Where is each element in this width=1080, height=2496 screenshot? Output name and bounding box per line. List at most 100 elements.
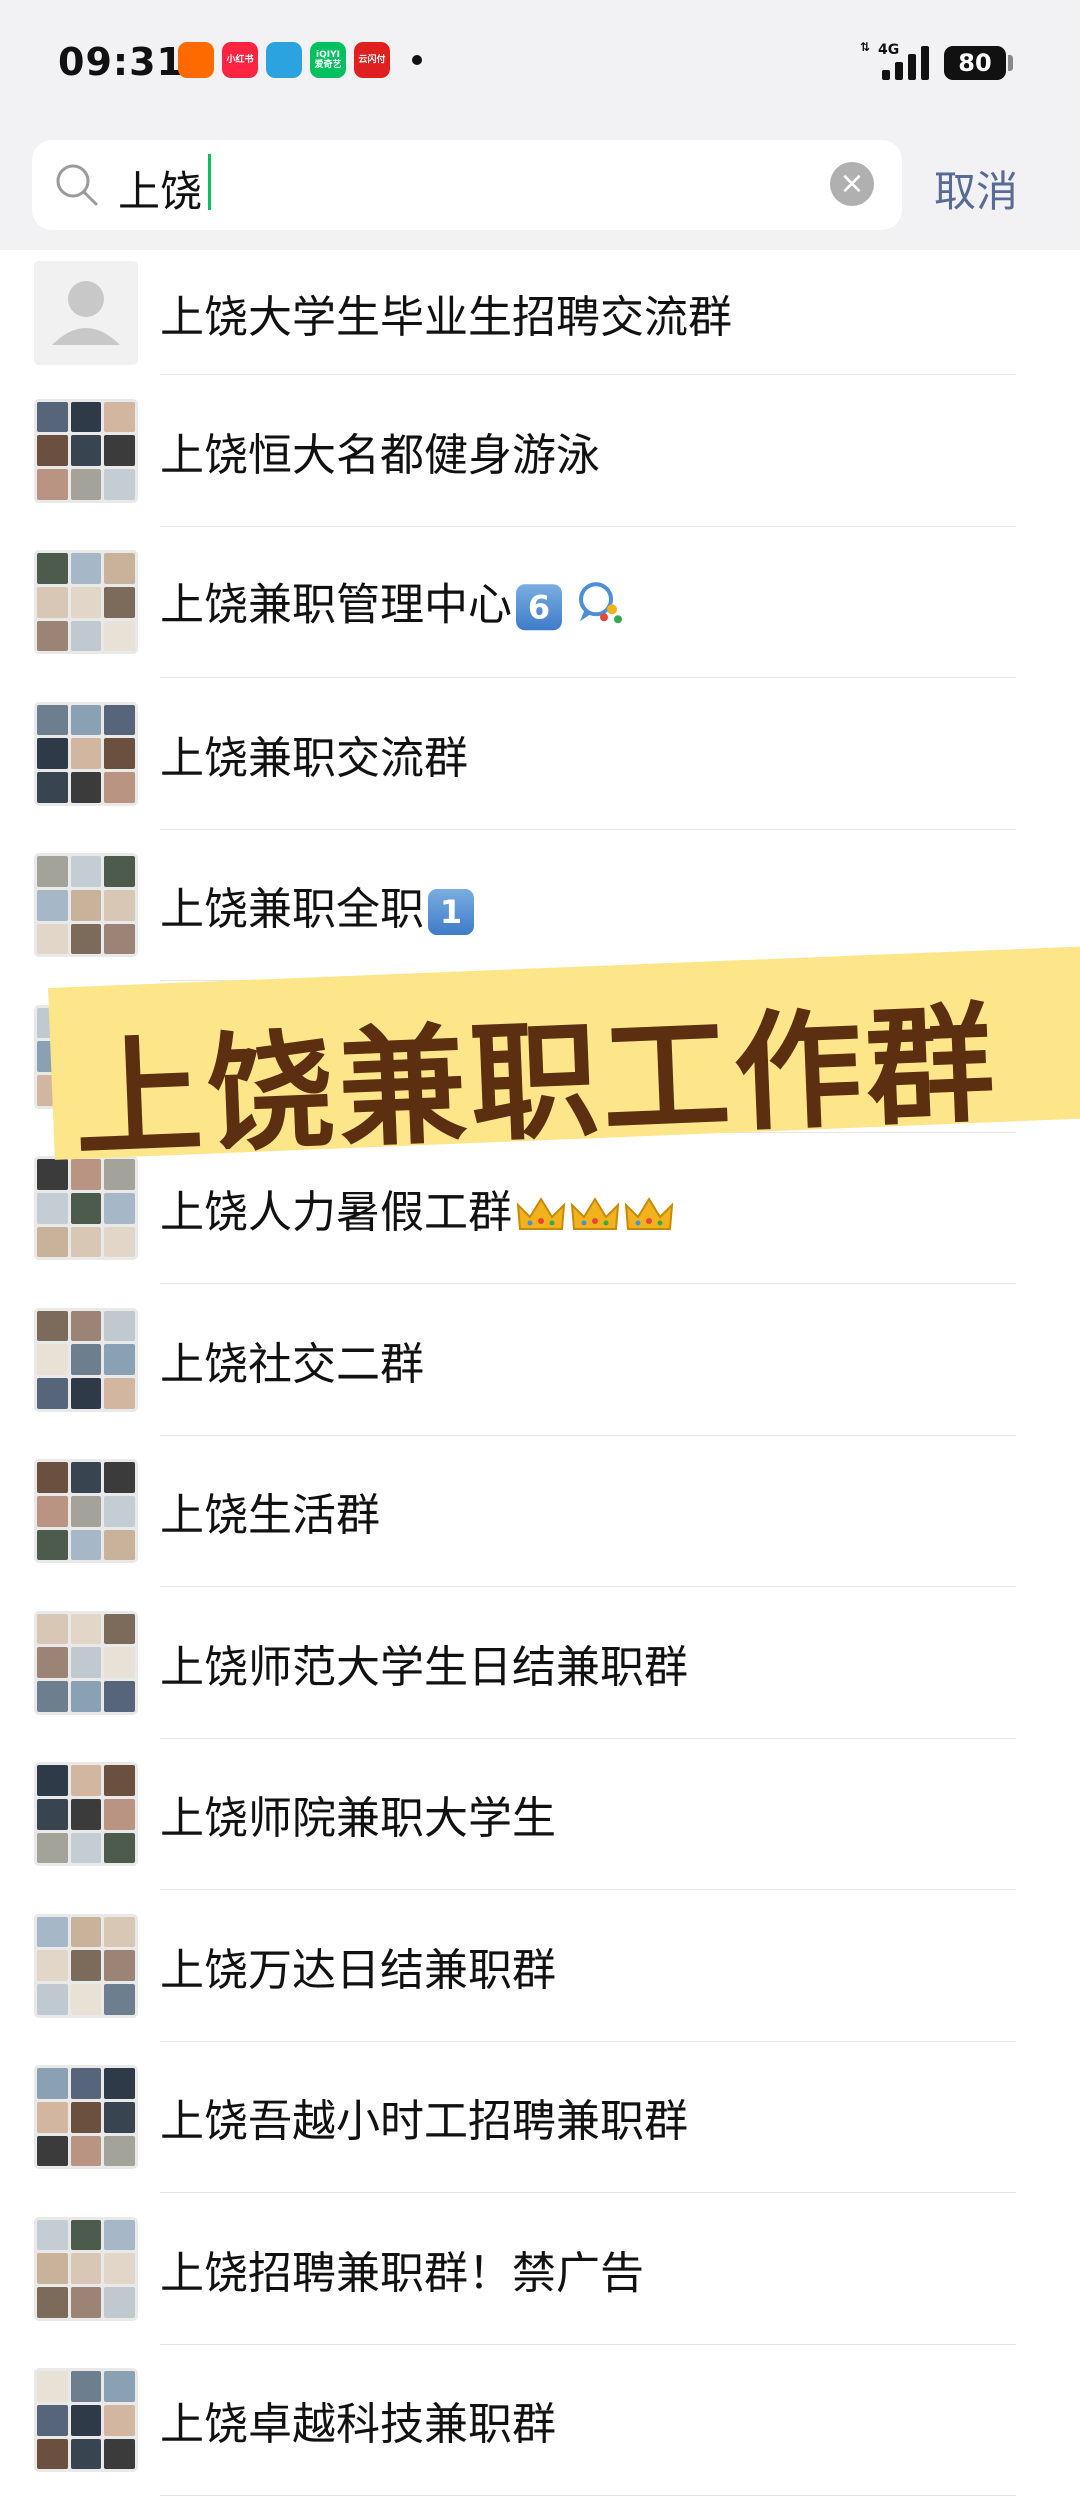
search-results-list: 上饶大学生毕业生招聘交流群上饶恒大名都健身游泳上饶兼职管理中心6上饶兼职交流群上… (0, 250, 1080, 2496)
group-avatar (34, 1156, 138, 1260)
yunshanfu-app-icon: 云闪付 (354, 42, 390, 78)
avatar-tile (37, 1799, 68, 1830)
result-title: 上饶恒大名都健身游泳 (160, 419, 600, 483)
avatar-tile (104, 1378, 135, 1409)
result-row[interactable]: 上饶招聘兼职群！禁广告 (0, 2193, 1080, 2345)
avatar-tile (104, 772, 135, 803)
clear-icon[interactable]: × (830, 162, 874, 206)
avatar-tile (37, 1227, 68, 1258)
avatar-tile (37, 2287, 68, 2318)
avatar-tile (104, 2253, 135, 2284)
avatar-tile (104, 553, 135, 584)
status-time: 09:31 (58, 40, 184, 84)
result-title: 上饶招聘兼职群！禁广告 (160, 2237, 644, 2301)
group-avatar (34, 550, 138, 654)
avatar-tile (104, 1193, 135, 1224)
number-badge: 6 (516, 585, 562, 631)
avatar-tile (71, 2439, 102, 2470)
avatar-tile (104, 1681, 135, 1712)
group-avatar (34, 702, 138, 806)
result-title-text: 上饶人力暑假工群 (160, 1187, 512, 1238)
avatar-tile (37, 553, 68, 584)
battery-tip (1008, 55, 1013, 71)
cancel-button[interactable]: 取消 (934, 158, 1018, 219)
avatar-tile (104, 402, 135, 433)
avatar-tile (71, 587, 102, 618)
avatar-tile (71, 1950, 102, 1981)
avatar-tile (71, 1984, 102, 2015)
avatar-tile (37, 2405, 68, 2436)
group-avatar (34, 2217, 138, 2321)
avatar-tile (104, 2136, 135, 2167)
avatar-tile (104, 2287, 135, 2318)
result-title: 上饶人力暑假工群 (160, 1176, 674, 1240)
avatar-tile (71, 1311, 102, 1342)
avatar-tile (71, 1647, 102, 1678)
search-query[interactable]: 上饶 (118, 158, 202, 219)
avatar-tile (104, 587, 135, 618)
cellular-signal-icon: ⇅ 4G (858, 40, 928, 82)
result-title-text: 上饶招聘兼职群！禁广告 (160, 2248, 644, 2299)
avatar-tile (37, 890, 68, 921)
result-row[interactable]: 上饶兼职交流群 (0, 678, 1080, 830)
result-title: 上饶兼职管理中心6 (160, 569, 624, 637)
avatar-tile (37, 924, 68, 955)
result-title-text: 上饶兼职交流群 (160, 733, 468, 784)
avatar-tile (71, 402, 102, 433)
avatar-tile (37, 1344, 68, 1375)
avatar-tile (71, 856, 102, 887)
avatar-tile (37, 1984, 68, 2015)
avatar-tile (104, 1344, 135, 1375)
avatar-tile (104, 1311, 135, 1342)
avatar-tile (37, 1496, 68, 1527)
avatar-tile (104, 2439, 135, 2470)
avatar-tile (104, 1799, 135, 1830)
avatar-tile (71, 2102, 102, 2133)
avatar-tile (37, 2102, 68, 2133)
avatar-tile (71, 2405, 102, 2436)
avatar-tile (37, 772, 68, 803)
avatar-tile (37, 1833, 68, 1864)
result-title: 上饶兼职全职1 (160, 873, 474, 937)
result-row[interactable]: 上饶师范大学生日结兼职群 (0, 1587, 1080, 1739)
result-row[interactable]: 上饶卓越科技兼职群 (0, 2345, 1080, 2496)
result-row[interactable]: 上饶师院兼职大学生 (0, 1739, 1080, 1891)
data-arrows-icon: ⇅ (860, 40, 870, 54)
avatar-tile (37, 1950, 68, 1981)
avatar-tile (37, 1681, 68, 1712)
avatar-tile (104, 856, 135, 887)
group-avatar (34, 2065, 138, 2169)
result-row[interactable]: 上饶吾越小时工招聘兼职群 (0, 2042, 1080, 2194)
result-title-text: 上饶师院兼职大学生 (160, 1793, 556, 1844)
result-row[interactable]: 上饶恒大名都健身游泳 (0, 375, 1080, 527)
avatar-tile (104, 705, 135, 736)
result-title-text: 上饶兼职全职 (160, 884, 424, 935)
result-title: 上饶社交二群 (160, 1328, 424, 1392)
result-row[interactable]: 上饶生活群 (0, 1436, 1080, 1588)
search-input[interactable]: 上饶 × (32, 140, 902, 230)
group-avatar (34, 2368, 138, 2472)
taobao-app-icon (178, 42, 214, 78)
avatar-tile (71, 1159, 102, 1190)
avatar-tile (71, 1462, 102, 1493)
result-title-text: 上饶师范大学生日结兼职群 (160, 1642, 688, 1693)
result-row[interactable]: 上饶兼职管理中心6 (0, 527, 1080, 679)
result-row[interactable]: 上饶大学生毕业生招聘交流群 (0, 250, 1080, 375)
group-avatar (34, 1914, 138, 2018)
crown-icon (516, 1195, 566, 1235)
avatar-tile (37, 1378, 68, 1409)
result-row[interactable]: 上饶万达日结兼职群 (0, 1890, 1080, 2042)
avatar-tile (71, 2371, 102, 2402)
result-title-text: 上饶生活群 (160, 1490, 380, 1541)
status-bar: 09:31 小红书iQIYI 爱奇艺云闪付 ⇅ 4G 80 (0, 0, 1080, 120)
group-avatar (34, 1308, 138, 1412)
avatar-tile (71, 469, 102, 500)
avatar-tile (37, 1530, 68, 1561)
avatar-tile (104, 1950, 135, 1981)
avatar-tile (104, 1159, 135, 1190)
result-row[interactable]: 上饶社交二群 (0, 1284, 1080, 1436)
avatar-tile (71, 2136, 102, 2167)
avatar-tile (71, 621, 102, 652)
avatar-tile (37, 738, 68, 769)
avatar-tile (37, 1614, 68, 1645)
